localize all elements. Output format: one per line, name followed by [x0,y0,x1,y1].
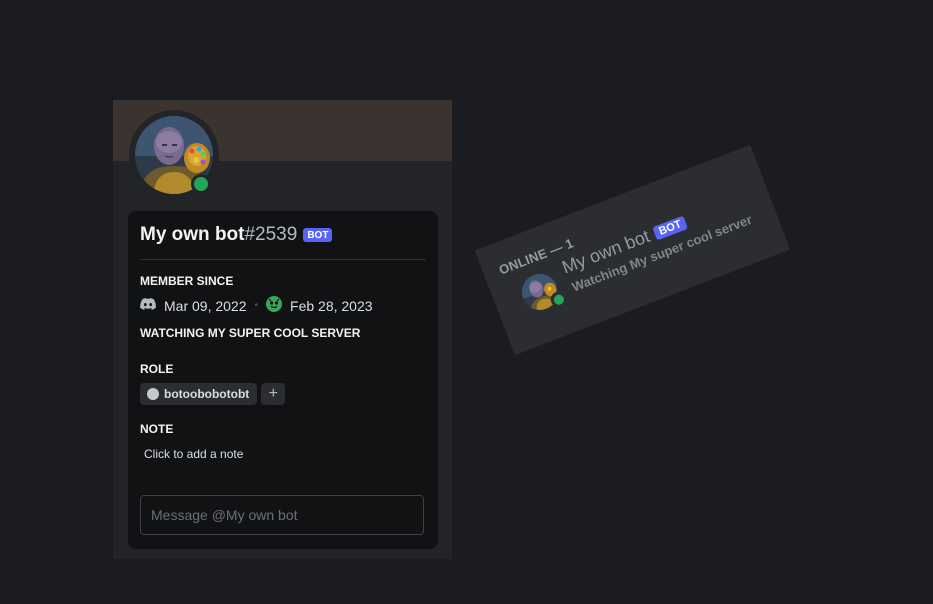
profile-name-row: My own bot #2539 BOT [140,224,333,246]
server-join-date: Feb 28, 2023 [290,297,373,314]
discord-join-date: Mar 09, 2022 [164,297,247,314]
message-input[interactable] [140,495,424,535]
activity-status: WATCHING MY SUPER COOL SERVER [140,326,361,340]
add-role-button[interactable]: + [261,383,286,405]
date-separator: • [254,300,259,311]
profile-divider [140,259,426,260]
profile-username[interactable]: My own bot [140,224,244,246]
role-color-dot[interactable] [147,388,159,400]
server-icon [266,296,283,315]
member-since-title: MEMBER SINCE [140,274,234,288]
role-list: botoobobotobt + [140,383,286,405]
role-title: ROLE [140,362,174,376]
bot-badge: BOT [303,228,333,242]
role-label: botoobobotobt [164,387,250,401]
app-canvas: My own bot #2539 BOT MEMBER SINCE Mar 09… [0,0,933,604]
note-input[interactable]: Click to add a note [144,447,243,461]
plus-icon: + [268,385,278,402]
user-profile-popout: My own bot #2539 BOT MEMBER SINCE Mar 09… [113,100,452,559]
profile-avatar-wrapper[interactable] [129,110,219,200]
member-list-panel: ONLINE — 1 My own bot BOT Watching My su… [474,144,791,356]
discord-logo-icon [140,297,156,314]
profile-body: My own bot #2539 BOT MEMBER SINCE Mar 09… [128,211,438,549]
profile-discriminator: #2539 [244,224,298,245]
role-pill[interactable]: botoobobotobt [140,383,258,405]
member-since-row: Mar 09, 2022 • Feb 28, 2023 [140,296,373,315]
online-status-indicator [191,174,211,194]
note-title: NOTE [140,422,174,436]
